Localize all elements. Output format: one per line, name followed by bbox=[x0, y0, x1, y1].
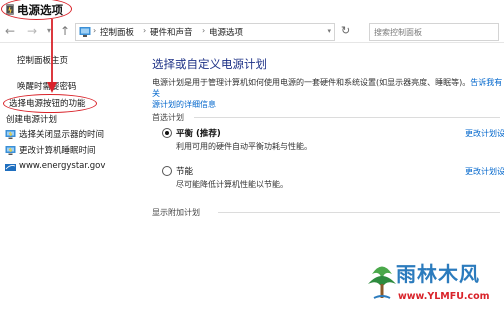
watermark: 雨林木风 www.YLMFU.com bbox=[362, 252, 504, 315]
recent-locations-chevron-icon[interactable]: ▾ bbox=[47, 26, 51, 35]
breadcrumb-control-panel[interactable]: 控制面板 bbox=[100, 26, 134, 38]
plan-power-saver-radio[interactable] bbox=[162, 166, 172, 176]
power-settings-icon bbox=[5, 146, 16, 155]
up-arrow-icon[interactable]: ↑ bbox=[60, 24, 70, 38]
sidebar-link-create-plan[interactable]: 创建电源计划 bbox=[6, 113, 57, 125]
navigation-bar: ← → ▾ ↑ › 控制面板 › 硬件和声音 › 电源选项 ▾ ↻ 搜索控制面板 bbox=[0, 21, 504, 43]
section-divider bbox=[194, 117, 500, 118]
sidebar-item-label: 更改计算机睡眠时间 bbox=[19, 146, 96, 156]
plan-power-saver-description: 尽可能降低计算机性能以节能。 bbox=[176, 180, 288, 189]
sidebar: 控制面板主页 唤醒时需要密码 选择电源按钮的功能 创建电源计划 选择关闭显示器的… bbox=[0, 44, 140, 315]
preferred-plans-header: 首选计划 bbox=[152, 113, 184, 122]
breadcrumb-separator-icon: › bbox=[202, 26, 206, 35]
energystar-icon bbox=[5, 164, 16, 171]
page-description: 电源计划是用于管理计算机如何使用电源的一套硬件和系统设置(如显示器亮度、睡眠等)… bbox=[152, 77, 504, 110]
search-placeholder: 搜索控制面板 bbox=[374, 28, 422, 37]
back-arrow-icon[interactable]: ← bbox=[5, 24, 15, 38]
plan-balanced-description: 利用可用的硬件自动平衡功耗与性能。 bbox=[176, 142, 312, 151]
highlight-oval bbox=[3, 94, 97, 113]
watermark-url: www.YLMFU.com bbox=[398, 291, 490, 302]
sidebar-item-label: www.energystar.gov bbox=[19, 161, 106, 171]
search-input[interactable]: 搜索控制面板 bbox=[369, 23, 499, 41]
sidebar-item-label: 选择关闭显示器的时间 bbox=[19, 130, 105, 140]
description-text: 电源计划是用于管理计算机如何使用电源的一套硬件和系统设置(如显示器亮度、睡眠等)… bbox=[152, 78, 471, 87]
plan-balanced-name: 平衡 (推荐) bbox=[176, 129, 221, 139]
breadcrumb-power-options[interactable]: 电源选项 bbox=[209, 26, 243, 38]
description-link-continued[interactable]: 源计划的详细信息 bbox=[152, 100, 216, 109]
plan-balanced-radio[interactable] bbox=[162, 128, 172, 138]
watermark-text: 雨林木风 bbox=[396, 262, 480, 286]
forward-arrow-icon[interactable]: → bbox=[27, 24, 37, 38]
address-bar[interactable]: › 控制面板 › 硬件和声音 › 电源选项 ▾ bbox=[75, 23, 335, 41]
sidebar-link-home[interactable]: 控制面板主页 bbox=[17, 54, 68, 66]
change-plan-settings-link[interactable]: 更改计划设 bbox=[465, 128, 504, 139]
title-bar: 电源选项 bbox=[0, 0, 504, 20]
section-divider bbox=[218, 212, 500, 213]
breadcrumb-separator-icon: › bbox=[93, 26, 97, 35]
page-title: 选择或自定义电源计划 bbox=[152, 57, 267, 71]
sidebar-link-wake-password[interactable]: 唤醒时需要密码 bbox=[17, 80, 77, 92]
refresh-icon[interactable]: ↻ bbox=[341, 24, 350, 37]
plan-power-saver-name: 节能 bbox=[176, 167, 194, 177]
show-additional-plans-header[interactable]: 显示附加计划 bbox=[152, 207, 200, 218]
address-dropdown-icon[interactable]: ▾ bbox=[327, 27, 331, 35]
breadcrumb-separator-icon: › bbox=[143, 26, 147, 35]
control-panel-icon bbox=[79, 27, 91, 37]
power-settings-icon bbox=[5, 130, 16, 139]
breadcrumb-hardware-sound[interactable]: 硬件和声音 bbox=[150, 26, 193, 38]
change-plan-settings-link[interactable]: 更改计划设 bbox=[465, 166, 504, 177]
